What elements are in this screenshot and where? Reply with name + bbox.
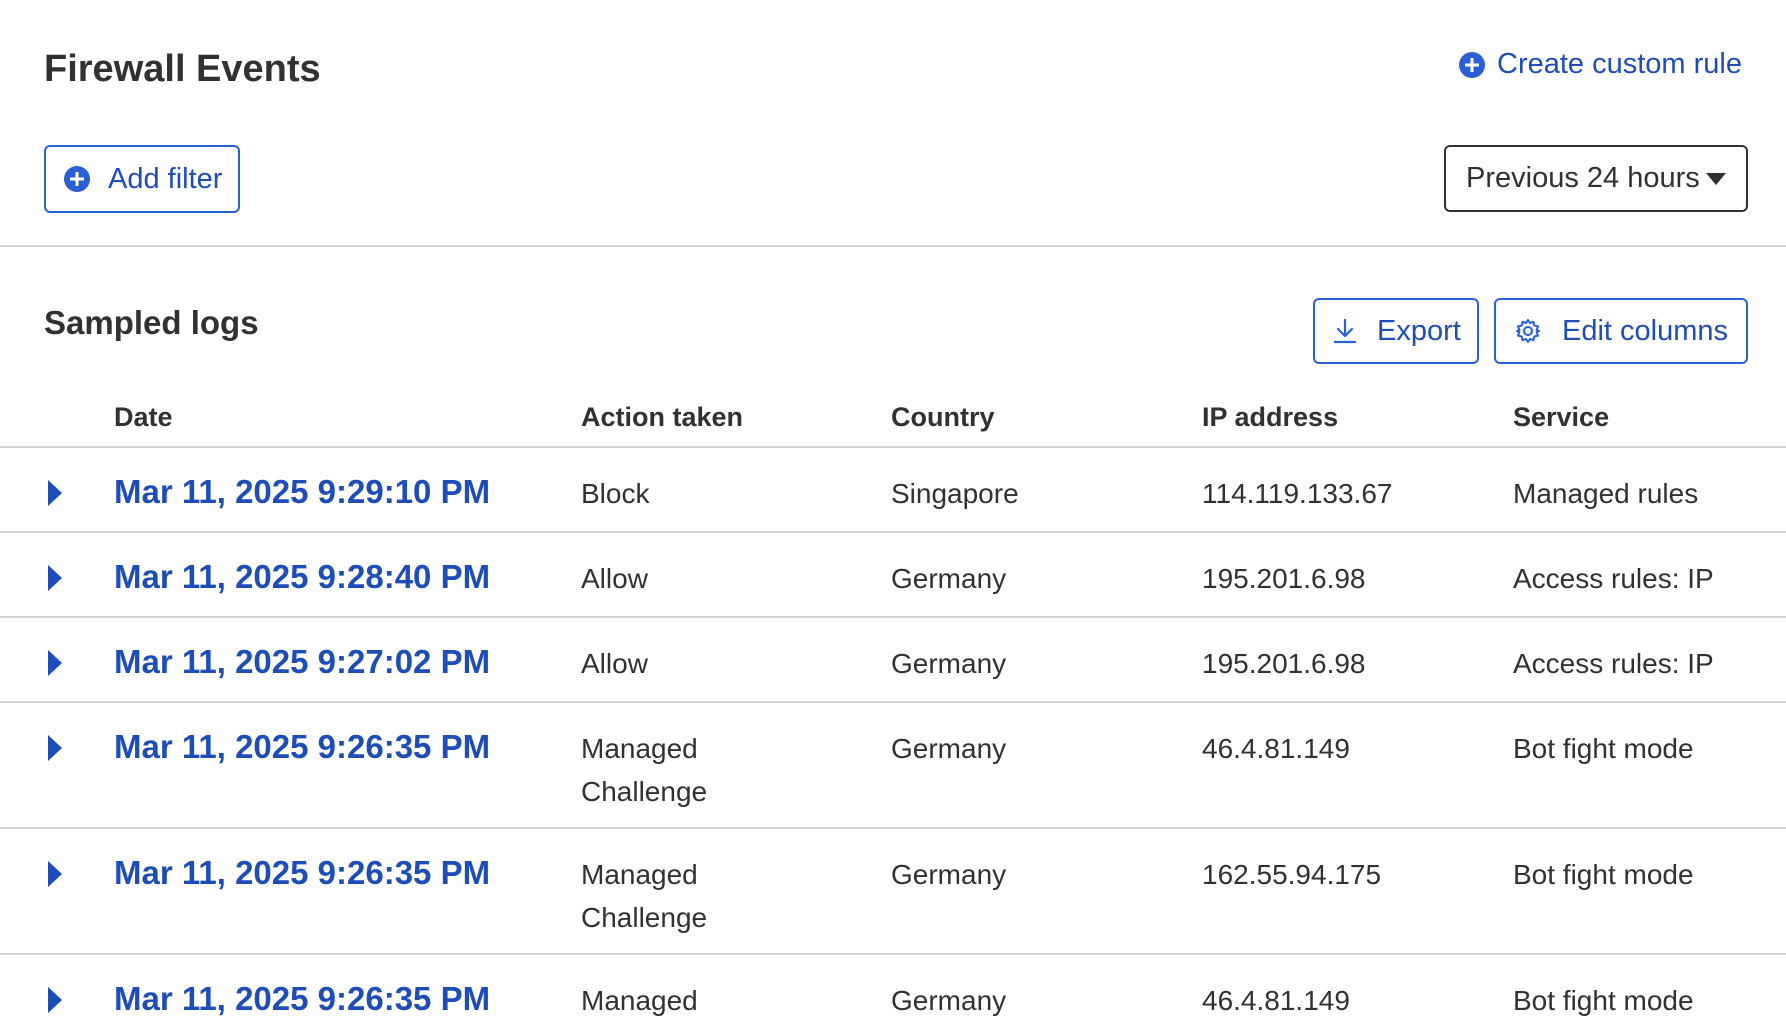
row-date-link[interactable]: Mar 11, 2025 9:26:35 PM	[114, 977, 490, 1020]
expand-row-button[interactable]	[44, 478, 66, 508]
table-row[interactable]: Mar 11, 2025 9:26:35 PM Managed Germany …	[0, 955, 1786, 1024]
row-action-line: Challenge	[581, 902, 708, 933]
export-button[interactable]: Export	[1313, 298, 1479, 364]
sampled-logs-title: Sampled logs	[44, 304, 259, 341]
row-ip: 114.119.133.67	[1202, 478, 1393, 509]
plus-circle-icon	[64, 166, 90, 192]
row-service: Bot fight mode	[1513, 985, 1694, 1016]
page-title: Firewall Events	[44, 48, 321, 90]
row-ip: 195.201.6.98	[1202, 648, 1366, 679]
chevron-right-icon	[48, 861, 62, 887]
chevron-right-icon	[48, 735, 62, 761]
row-action: Managed Challenge	[581, 853, 841, 939]
expand-row-button[interactable]	[44, 733, 66, 763]
edit-columns-button[interactable]: Edit columns	[1494, 298, 1748, 364]
row-ip: 162.55.94.175	[1202, 859, 1382, 890]
table-row[interactable]: Mar 11, 2025 9:26:35 PM Managed Challeng…	[0, 703, 1786, 829]
gear-icon	[1516, 319, 1540, 343]
row-country: Germany	[891, 733, 1007, 764]
row-country: Singapore	[891, 478, 1019, 509]
add-filter-label: Add filter	[108, 162, 223, 195]
time-range-select[interactable]: Previous 24 hours	[1444, 145, 1748, 212]
expand-row-button[interactable]	[44, 859, 66, 889]
expand-row-button[interactable]	[44, 648, 66, 678]
sampled-logs-table: Date Action taken Country IP address Ser…	[0, 392, 1786, 1024]
edit-columns-label: Edit columns	[1562, 314, 1729, 347]
chevron-right-icon	[48, 650, 62, 676]
table-header: Date Action taken Country IP address Ser…	[0, 392, 1786, 448]
chevron-right-icon	[48, 987, 62, 1013]
table-row[interactable]: Mar 11, 2025 9:27:02 PM Allow Germany 19…	[0, 618, 1786, 703]
row-date-link[interactable]: Mar 11, 2025 9:26:35 PM	[114, 725, 490, 768]
row-date-link[interactable]: Mar 11, 2025 9:26:35 PM	[114, 851, 490, 894]
chevron-down-icon	[1706, 172, 1726, 185]
add-filter-button[interactable]: Add filter	[44, 145, 241, 213]
row-action: Allow	[581, 648, 648, 679]
download-icon	[1333, 318, 1357, 344]
plus-circle-icon	[1459, 51, 1485, 78]
row-country: Germany	[891, 985, 1007, 1016]
row-ip: 195.201.6.98	[1202, 563, 1366, 594]
table-row[interactable]: Mar 11, 2025 9:26:35 PM Managed Challeng…	[0, 829, 1786, 955]
column-header-action[interactable]: Action taken	[581, 402, 841, 433]
row-service: Bot fight mode	[1513, 859, 1694, 890]
column-header-date[interactable]: Date	[114, 402, 173, 433]
row-date-link[interactable]: Mar 11, 2025 9:27:02 PM	[114, 640, 490, 683]
section-divider	[0, 245, 1786, 247]
column-header-service[interactable]: Service	[1513, 402, 1609, 433]
row-action-line: Managed	[581, 859, 698, 890]
column-header-ip[interactable]: IP address	[1202, 402, 1338, 433]
row-service: Access rules: IP	[1513, 648, 1714, 679]
column-header-country[interactable]: Country	[891, 402, 995, 433]
chevron-right-icon	[48, 565, 62, 591]
row-action-line: Managed	[581, 985, 698, 1016]
row-action: Managed	[581, 979, 841, 1022]
row-ip: 46.4.81.149	[1202, 733, 1350, 764]
time-range-value: Previous 24 hours	[1466, 162, 1700, 194]
firewall-events-page: Firewall Events Create custom rule Add f…	[0, 0, 1786, 1024]
row-service: Managed rules	[1513, 478, 1699, 509]
row-action: Allow	[581, 563, 648, 594]
row-date-link[interactable]: Mar 11, 2025 9:29:10 PM	[114, 470, 490, 513]
expand-row-button[interactable]	[44, 563, 66, 593]
export-label: Export	[1377, 314, 1461, 347]
table-row[interactable]: Mar 11, 2025 9:29:10 PM Block Singapore …	[0, 448, 1786, 533]
expand-row-button[interactable]	[44, 985, 66, 1015]
row-country: Germany	[891, 563, 1007, 594]
row-country: Germany	[891, 648, 1007, 679]
chevron-right-icon	[48, 480, 62, 506]
row-action: Block	[581, 478, 650, 509]
row-date-link[interactable]: Mar 11, 2025 9:28:40 PM	[114, 555, 490, 598]
row-action: Managed Challenge	[581, 727, 841, 813]
row-ip: 46.4.81.149	[1202, 985, 1350, 1016]
row-country: Germany	[891, 859, 1007, 890]
row-action-line: Challenge	[581, 776, 708, 807]
row-action-line: Managed	[581, 733, 698, 764]
table-row[interactable]: Mar 11, 2025 9:28:40 PM Allow Germany 19…	[0, 533, 1786, 618]
create-custom-rule-label: Create custom rule	[1497, 48, 1742, 80]
row-service: Access rules: IP	[1513, 563, 1714, 594]
row-service: Bot fight mode	[1513, 733, 1694, 764]
create-custom-rule-link[interactable]: Create custom rule	[1459, 48, 1742, 81]
